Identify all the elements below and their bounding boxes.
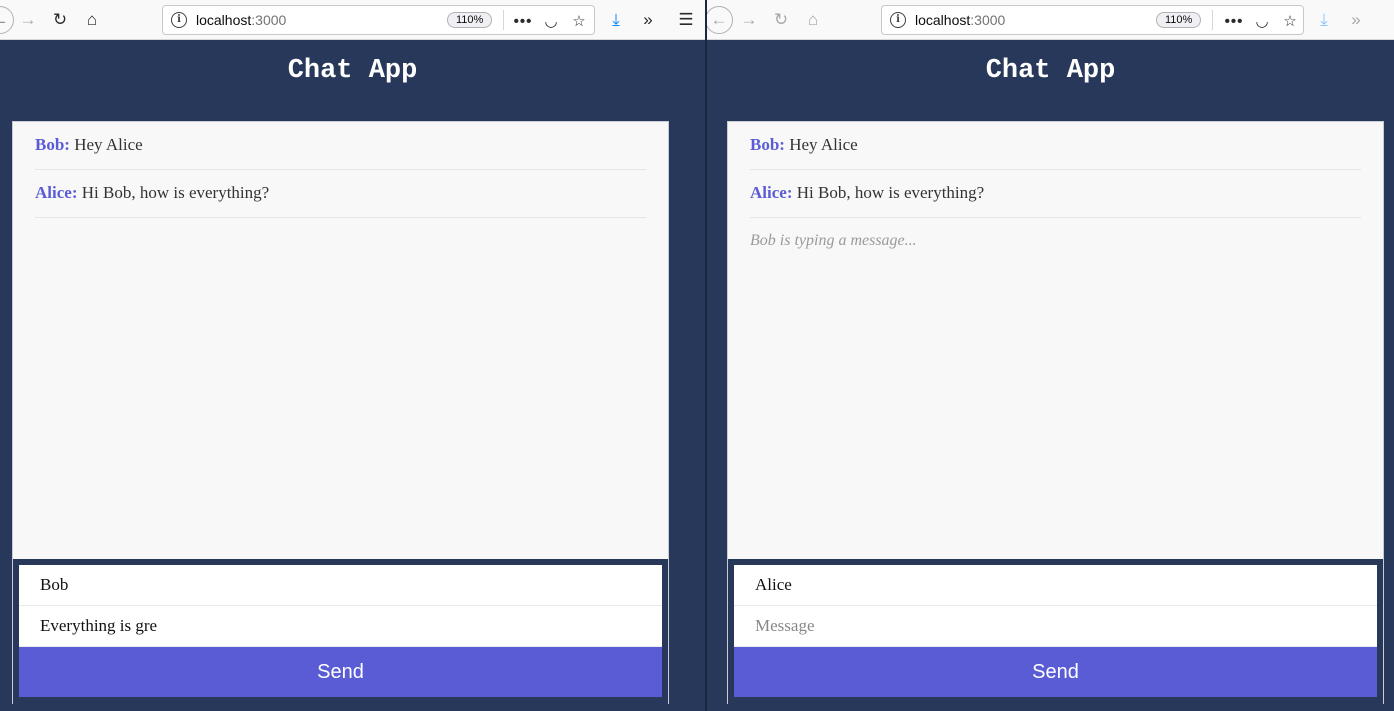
send-button[interactable]: Send (19, 647, 662, 697)
more-icon[interactable]: ••• (1223, 10, 1245, 32)
message-input[interactable] (19, 606, 662, 647)
message-author: Bob: (35, 135, 70, 154)
message-author: Alice: (750, 183, 793, 202)
message-author: Alice: (35, 183, 78, 202)
name-input[interactable] (19, 565, 662, 606)
message-text: Hi Bob, how is everything? (81, 183, 270, 202)
browser-toolbar: ← → ↻ ⌂ i localhost:3000 110% ••• ◡ ☆ ⤓ … (707, 0, 1394, 40)
reload-icon[interactable]: ↻ (46, 6, 74, 34)
browser-toolbar: ← → ↻ ⌂ i localhost:3000 110% ••• ◡ ☆ ⤓ … (0, 0, 705, 40)
pocket-icon[interactable]: ◡ (1251, 10, 1273, 32)
info-icon[interactable]: i (890, 12, 906, 28)
download-icon[interactable]: ⤓ (1310, 6, 1338, 34)
url-text[interactable]: localhost:3000 (196, 12, 286, 28)
reload-icon[interactable]: ↻ (767, 6, 795, 34)
home-icon[interactable]: ⌂ (78, 6, 106, 34)
message-composer: Send (728, 559, 1383, 704)
send-button[interactable]: Send (734, 647, 1377, 697)
browser-window-right: ← → ↻ ⌂ i localhost:3000 110% ••• ◡ ☆ ⤓ … (707, 0, 1394, 711)
overflow-icon[interactable]: » (634, 6, 662, 34)
message-list: Bob: Hey Alice Alice: Hi Bob, how is eve… (728, 122, 1383, 559)
message-text: Hey Alice (789, 135, 858, 154)
urlbar-separator (503, 10, 504, 30)
message-author: Bob: (750, 135, 785, 154)
info-icon[interactable]: i (171, 12, 187, 28)
browser-window-left: ← → ↻ ⌂ i localhost:3000 110% ••• ◡ ☆ ⤓ … (0, 0, 705, 711)
message-text: Hi Bob, how is everything? (796, 183, 985, 202)
pocket-icon[interactable]: ◡ (540, 10, 562, 32)
message-item: Bob: Hey Alice (35, 122, 646, 170)
message-input[interactable] (734, 606, 1377, 647)
overflow-icon[interactable]: » (1342, 6, 1370, 34)
bookmark-star-icon[interactable]: ☆ (1279, 10, 1301, 32)
message-composer: Send (13, 559, 668, 704)
app-title: Chat App (287, 56, 418, 86)
message-item: Alice: Hi Bob, how is everything? (750, 170, 1361, 218)
typing-indicator: Bob is typing a message... (750, 232, 917, 249)
app-title: Chat App (985, 56, 1116, 86)
back-icon[interactable]: ← (707, 6, 733, 34)
url-bar[interactable]: i localhost:3000 110% ••• ◡ ☆ (162, 5, 595, 35)
message-list: Bob: Hey Alice Alice: Hi Bob, how is eve… (13, 122, 668, 559)
zoom-badge[interactable]: 110% (1156, 12, 1202, 28)
home-icon[interactable]: ⌂ (799, 6, 827, 34)
url-text[interactable]: localhost:3000 (915, 12, 1005, 28)
bookmark-star-icon[interactable]: ☆ (568, 10, 590, 32)
message-text: Hey Alice (74, 135, 143, 154)
message-item: Bob: Hey Alice (750, 122, 1361, 170)
message-item: Alice: Hi Bob, how is everything? (35, 170, 646, 218)
chat-panel: Bob: Hey Alice Alice: Hi Bob, how is eve… (727, 121, 1384, 704)
urlbar-separator (1212, 10, 1213, 30)
forward-icon[interactable]: → (14, 6, 42, 34)
name-input[interactable] (734, 565, 1377, 606)
more-icon[interactable]: ••• (512, 10, 534, 32)
forward-icon[interactable]: → (735, 6, 763, 34)
download-icon[interactable]: ⤓ (602, 6, 630, 34)
zoom-badge[interactable]: 110% (447, 12, 493, 28)
chat-panel: Bob: Hey Alice Alice: Hi Bob, how is eve… (12, 121, 669, 704)
url-bar[interactable]: i localhost:3000 110% ••• ◡ ☆ (881, 5, 1304, 35)
hamburger-menu-icon[interactable]: ☰ (672, 6, 700, 34)
back-icon[interactable]: ← (0, 6, 14, 34)
